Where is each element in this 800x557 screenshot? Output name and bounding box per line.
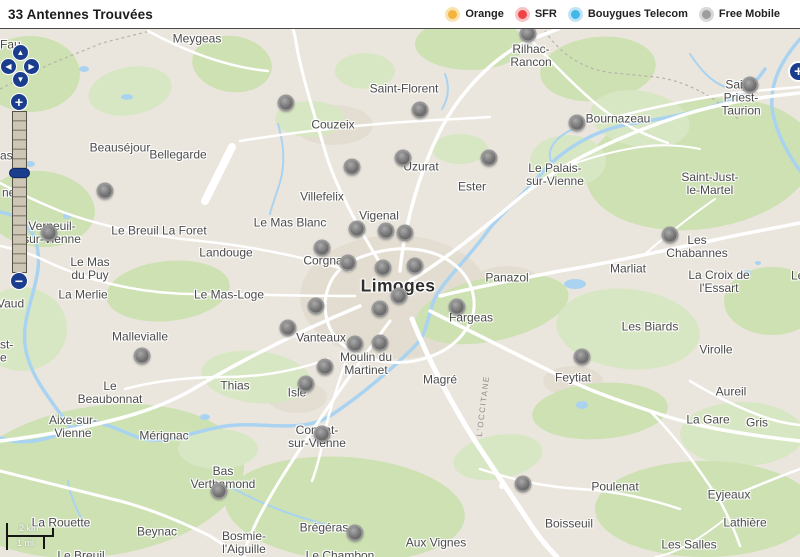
antenna-marker[interactable] bbox=[40, 224, 58, 242]
operator-color-dot bbox=[567, 6, 583, 22]
antenna-marker[interactable] bbox=[568, 114, 586, 132]
operator-color-dot bbox=[445, 6, 461, 22]
antenna-marker[interactable] bbox=[480, 149, 498, 167]
zoom-in-button[interactable]: + bbox=[10, 93, 28, 111]
legend-item-orange[interactable]: Orange bbox=[445, 6, 504, 22]
legend-label: Bouygues Telecom bbox=[587, 8, 688, 20]
antenna-marker[interactable] bbox=[371, 334, 389, 352]
antenna-marker[interactable] bbox=[313, 239, 331, 257]
antenna-map-app: 33 Antennes Trouvées Orange SFR Bouygues T… bbox=[0, 0, 800, 557]
legend: Orange SFR Bouygues Telecom Free Mobile bbox=[445, 6, 780, 22]
zoom-slider-track[interactable] bbox=[12, 111, 27, 273]
antenna-marker[interactable] bbox=[448, 298, 466, 316]
antenna-marker[interactable] bbox=[133, 347, 151, 365]
scale-tick-right bbox=[52, 528, 54, 537]
antenna-marker[interactable] bbox=[210, 482, 228, 500]
antenna-marker[interactable] bbox=[374, 259, 392, 277]
antenna-marker[interactable] bbox=[377, 222, 395, 240]
antenna-marker[interactable] bbox=[346, 524, 364, 542]
legend-item-bouygues-telecom[interactable]: Bouygues Telecom bbox=[567, 6, 688, 22]
legend-label: Orange bbox=[465, 8, 504, 20]
legend-item-sfr[interactable]: SFR bbox=[514, 6, 557, 22]
antenna-marker[interactable] bbox=[514, 475, 532, 493]
antenna-marker[interactable] bbox=[411, 101, 429, 119]
antenna-marker[interactable] bbox=[343, 158, 361, 176]
scale-rule bbox=[6, 535, 54, 537]
antenna-marker[interactable] bbox=[348, 220, 366, 238]
antenna-marker[interactable] bbox=[371, 300, 389, 318]
scale-tick-mid bbox=[43, 535, 45, 549]
antenna-marker[interactable] bbox=[316, 358, 334, 376]
page-title: 33 Antennes Trouvées bbox=[8, 6, 153, 22]
antenna-marker[interactable] bbox=[406, 257, 424, 275]
zoom-slider-handle[interactable] bbox=[9, 168, 30, 178]
antenna-marker[interactable] bbox=[277, 94, 295, 112]
antenna-marker[interactable] bbox=[573, 348, 591, 366]
antenna-marker[interactable] bbox=[307, 297, 325, 315]
map-canvas[interactable]: MeygeasSaint-FlorentRilhac- RanconSaint-… bbox=[0, 29, 800, 557]
antenna-marker[interactable] bbox=[661, 226, 679, 244]
legend-label: SFR bbox=[534, 8, 557, 20]
antenna-marker[interactable] bbox=[396, 224, 414, 242]
legend-label: Free Mobile bbox=[718, 8, 780, 20]
antenna-marker[interactable] bbox=[279, 319, 297, 337]
antenna-marker[interactable] bbox=[394, 149, 412, 167]
antenna-marker[interactable] bbox=[313, 425, 331, 443]
legend-item-free-mobile[interactable]: Free Mobile bbox=[698, 6, 780, 22]
antenna-marker[interactable] bbox=[96, 182, 114, 200]
antenna-marker[interactable] bbox=[346, 335, 364, 353]
pan-down-button[interactable]: ▼ bbox=[12, 71, 29, 88]
antenna-marker[interactable] bbox=[297, 375, 315, 393]
operator-color-dot bbox=[698, 6, 714, 22]
antenna-marker[interactable] bbox=[390, 287, 408, 305]
antenna-marker[interactable] bbox=[741, 76, 759, 94]
zoom-out-button[interactable]: − bbox=[10, 272, 28, 290]
antenna-marker[interactable] bbox=[339, 254, 357, 272]
header: 33 Antennes Trouvées Orange SFR Bouygues T… bbox=[0, 0, 800, 29]
operator-color-dot bbox=[514, 6, 530, 22]
